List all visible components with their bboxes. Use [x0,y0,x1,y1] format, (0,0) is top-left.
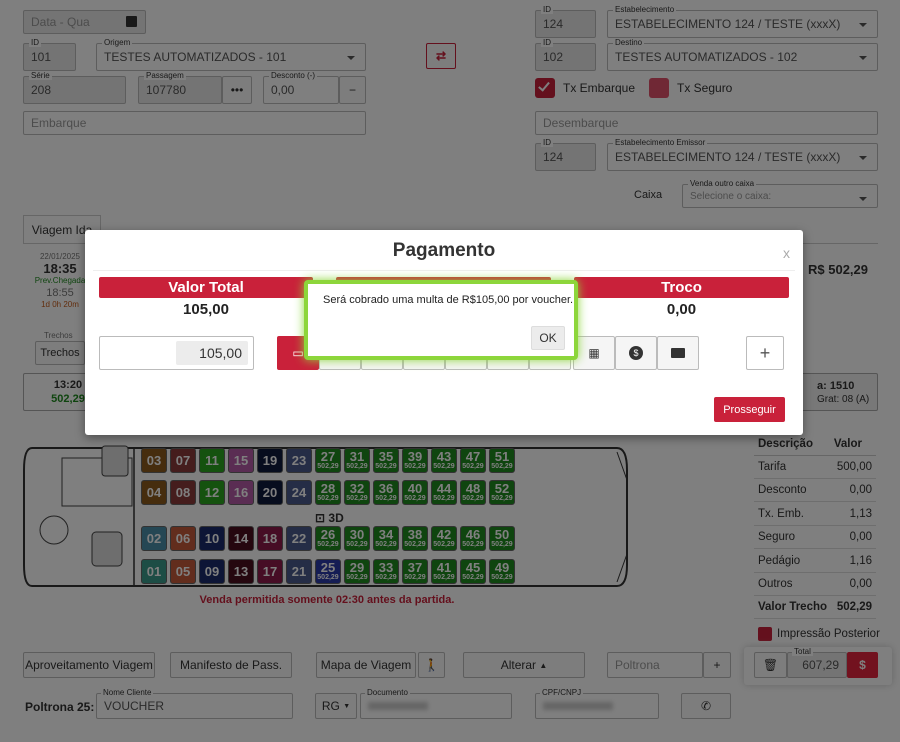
pix-icon[interactable]: $ [615,336,657,370]
alert-ok-button[interactable]: OK [531,326,565,350]
card-icon[interactable] [657,336,699,370]
alert-message: Será cobrado uma multa de R$105,00 por v… [323,294,574,306]
alert-ok-label: OK [539,331,557,345]
add-payment-button[interactable]: + [746,336,784,370]
troco-label: Troco [574,277,789,298]
amount-input[interactable]: 105,00 [99,336,254,370]
prosseguir-label: Prosseguir [723,403,776,416]
valor-total-value: 105,00 [183,301,229,318]
troco-value: 0,00 [666,301,697,318]
prosseguir-button[interactable]: Prosseguir [714,397,785,422]
amount-input-value: 105,00 [176,341,248,365]
modal-divider [93,270,795,271]
alert-dialog: Será cobrado uma multa de R$105,00 por v… [304,280,578,360]
close-icon[interactable]: x [783,245,790,261]
valor-total-label: Valor Total [99,277,313,298]
qr-code-icon[interactable]: ▦ [573,336,615,370]
add-payment-plus-icon: + [759,342,771,363]
payment-title: Pagamento [392,240,496,261]
